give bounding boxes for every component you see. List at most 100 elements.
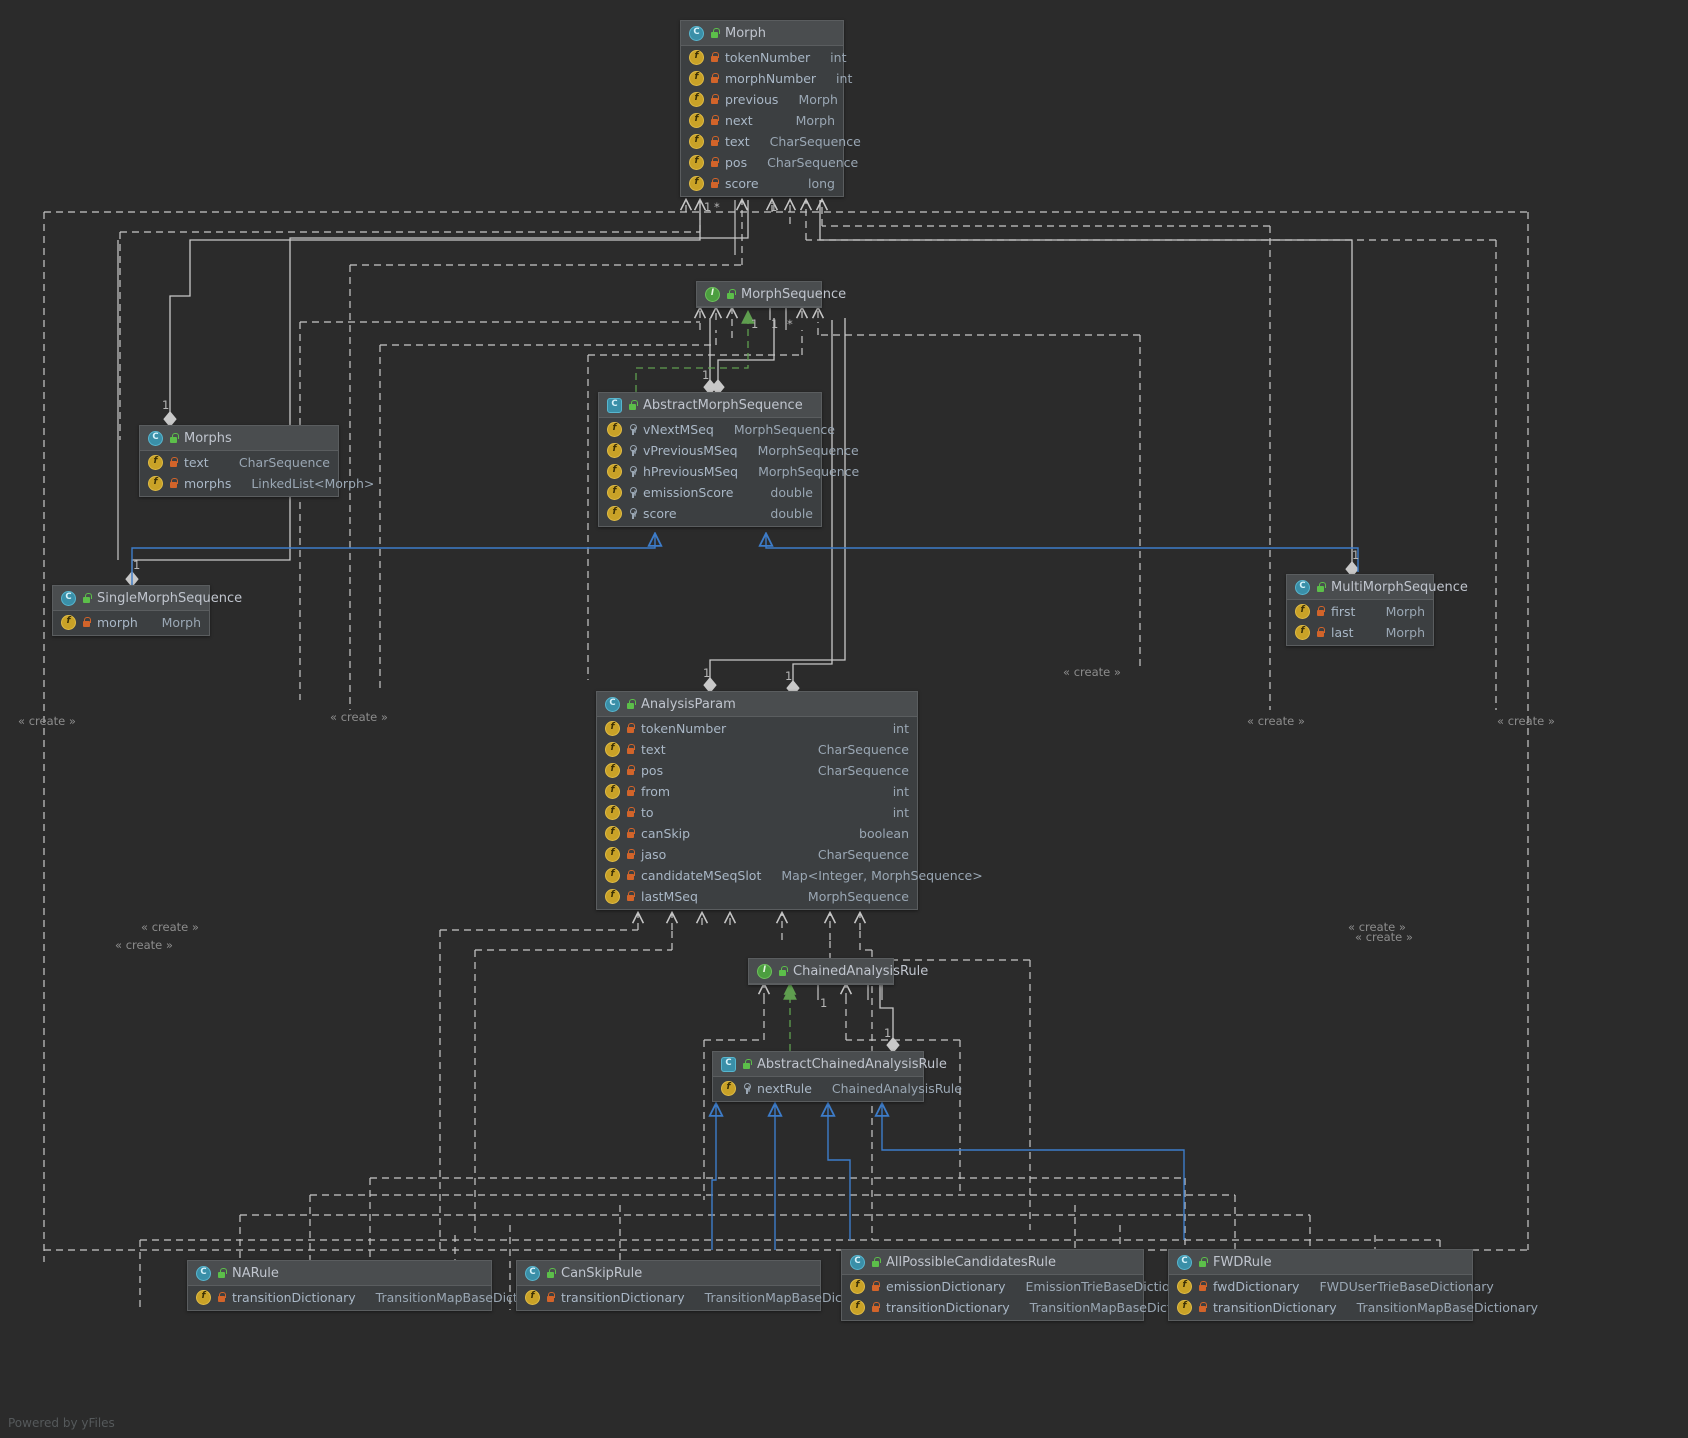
uml-member-row[interactable]: f previous Morph — [681, 89, 843, 110]
member-name: tokenNumber — [725, 50, 811, 65]
uml-member-row[interactable]: f morph Morph — [53, 612, 209, 633]
uml-member-row[interactable]: f text CharSequence — [681, 131, 861, 152]
field-icon: f — [605, 805, 620, 820]
edge-stereotype-label: « create » — [1063, 665, 1121, 679]
private-lock-icon — [217, 1292, 226, 1303]
public-lock-icon — [626, 698, 636, 710]
uml-class-narule[interactable]: C NARule f transitionDictionary TransitionMa… — [187, 1260, 557, 1311]
uml-class-header[interactable]: C Morph — [681, 21, 843, 46]
uml-class-header[interactable]: C AbstractMorphSequence — [599, 393, 821, 418]
uml-member-row[interactable]: f to int — [597, 802, 917, 823]
member-type: CharSequence — [769, 134, 861, 149]
uml-class-header[interactable]: C SingleMorphSequence — [53, 586, 242, 611]
private-lock-icon — [1316, 606, 1325, 617]
uml-member-row[interactable]: f transitionDictionary TransitionMapBaseDi… — [188, 1287, 557, 1308]
member-type: double — [770, 506, 813, 521]
edge-multiplicity-label: 1 — [751, 317, 759, 331]
member-name: score — [725, 176, 759, 191]
uml-class-morphsequence[interactable]: I MorphSequence — [696, 281, 846, 308]
member-type: MorphSequence — [757, 443, 859, 458]
uml-member-row[interactable]: f text CharSequence — [140, 452, 338, 473]
uml-member-row[interactable]: f first Morph — [1287, 601, 1433, 622]
class-icon: C — [689, 25, 704, 41]
uml-member-row[interactable]: f score double — [599, 503, 821, 524]
private-lock-icon — [626, 786, 635, 797]
uml-member-list: f morph Morph — [53, 611, 209, 635]
private-lock-icon — [871, 1302, 880, 1313]
private-lock-icon — [626, 744, 635, 755]
uml-member-row[interactable]: f tokenNumber int — [597, 718, 917, 739]
uml-member-row[interactable]: f tokenNumber int — [681, 47, 846, 68]
uml-member-row[interactable]: f lastMSeq MorphSequence — [597, 886, 917, 907]
field-icon: f — [607, 506, 622, 521]
uml-member-row[interactable]: f canSkip boolean — [597, 823, 917, 844]
uml-member-row[interactable]: f nextRule ChainedAnalysisRule — [713, 1078, 962, 1099]
member-type: Morph — [798, 92, 838, 107]
uml-member-row[interactable]: f jaso CharSequence — [597, 844, 917, 865]
uml-member-row[interactable]: f fwdDictionary FWDUserTrieBaseDictionary — [1169, 1276, 1494, 1297]
uml-member-row[interactable]: f morphs LinkedList<Morph> — [140, 473, 374, 494]
member-type: MorphSequence — [733, 422, 835, 437]
field-icon: f — [1295, 625, 1310, 640]
uml-member-row[interactable]: f vPreviousMSeq MorphSequence — [599, 440, 859, 461]
uml-member-row[interactable]: f pos CharSequence — [681, 152, 858, 173]
private-lock-icon — [710, 115, 719, 126]
public-lock-icon — [217, 1267, 227, 1279]
uml-member-row[interactable]: f emissionScore double — [599, 482, 821, 503]
uml-member-row[interactable]: f candidateMSeqSlot Map<Integer, MorphSequ… — [597, 865, 983, 886]
uml-class-abstractmorphsequence[interactable]: C AbstractMorphSequence f vNextMSeq MorphSeq… — [598, 392, 859, 527]
uml-class-header[interactable]: I MorphSequence — [697, 282, 846, 307]
class-icon: C — [850, 1254, 865, 1270]
uml-class-morph[interactable]: C Morph f tokenNumber int f morphNumber int f pre… — [680, 20, 861, 197]
uml-class-fwdrule[interactable]: C FWDRule f fwdDictionary FWDUserTrieBaseDic… — [1168, 1249, 1538, 1321]
member-name: transitionDictionary — [561, 1290, 685, 1305]
uml-member-row[interactable]: f next Morph — [681, 110, 843, 131]
uml-class-header[interactable]: C AnalysisParam — [597, 692, 917, 717]
uml-class-header[interactable]: C FWDRule — [1169, 1250, 1472, 1275]
uml-member-row[interactable]: f emissionDictionary EmissionTrieBaseDicti… — [842, 1276, 1198, 1297]
uml-class-singlemorphsequence[interactable]: C SingleMorphSequence f morph Morph — [52, 585, 242, 636]
uml-class-canskiprule[interactable]: C CanSkipRule f transitionDictionary Transit… — [516, 1260, 886, 1311]
uml-class-name: ChainedAnalysisRule — [793, 963, 929, 979]
uml-class-header[interactable]: I ChainedAnalysisRule — [749, 959, 928, 984]
uml-member-list: f transitionDictionary TransitionMapBaseDi… — [517, 1286, 886, 1310]
uml-member-row[interactable]: f transitionDictionary TransitionMapBaseDi… — [842, 1297, 1211, 1318]
uml-class-name: NARule — [232, 1265, 279, 1281]
uml-class-morphs[interactable]: C Morphs f text CharSequence f morphs LinkedLis… — [139, 425, 374, 497]
uml-class-header[interactable]: C NARule — [188, 1261, 491, 1286]
uml-member-row[interactable]: f vNextMSeq MorphSequence — [599, 419, 835, 440]
uml-member-row[interactable]: f from int — [597, 781, 917, 802]
uml-class-analysisparam[interactable]: C AnalysisParam f tokenNumber int f text CharSe… — [596, 691, 983, 910]
uml-member-row[interactable]: f pos CharSequence — [597, 760, 917, 781]
field-icon: f — [689, 113, 704, 128]
field-icon: f — [689, 92, 704, 107]
uml-class-allpossiblecandidatesrule[interactable]: C AllPossibleCandidatesRule f emissionDicti… — [841, 1249, 1211, 1321]
member-name: vNextMSeq — [643, 422, 714, 437]
member-name: jaso — [641, 847, 667, 862]
field-icon: f — [605, 889, 620, 904]
member-type: CharSequence — [817, 763, 909, 778]
uml-class-header[interactable]: C AllPossibleCandidatesRule — [842, 1250, 1143, 1275]
uml-class-name: SingleMorphSequence — [97, 590, 243, 606]
uml-class-name: CanSkipRule — [561, 1265, 643, 1281]
uml-class-header[interactable]: C Morphs — [140, 426, 338, 451]
uml-class-header[interactable]: C CanSkipRule — [517, 1261, 820, 1286]
uml-class-header[interactable]: C MultiMorphSequence — [1287, 575, 1468, 600]
uml-class-chainedanalysisrule[interactable]: I ChainedAnalysisRule — [748, 958, 928, 985]
field-icon: f — [689, 71, 704, 86]
member-name: tokenNumber — [641, 721, 727, 736]
uml-member-row[interactable]: f morphNumber int — [681, 68, 852, 89]
private-lock-icon — [626, 870, 635, 881]
uml-class-multimorphsequence[interactable]: C MultiMorphSequence f first Morph f last Morph — [1286, 574, 1468, 646]
class-icon: C — [605, 696, 620, 712]
private-lock-icon — [626, 723, 635, 734]
edge-multiplicity-label: 1 — [162, 398, 170, 412]
uml-member-row[interactable]: f transitionDictionary TransitionMapBaseDi… — [517, 1287, 886, 1308]
uml-class-header[interactable]: C AbstractChainedAnalysisRule — [713, 1052, 947, 1077]
uml-class-abstractchainedanalysisrule[interactable]: C AbstractChainedAnalysisRule f nextRule Cha… — [712, 1051, 962, 1102]
uml-member-row[interactable]: f last Morph — [1287, 622, 1433, 643]
uml-member-row[interactable]: f hPreviousMSeq MorphSequence — [599, 461, 859, 482]
uml-member-row[interactable]: f text CharSequence — [597, 739, 917, 760]
uml-member-row[interactable]: f transitionDictionary TransitionMapBaseDi… — [1169, 1297, 1538, 1318]
uml-member-row[interactable]: f score long — [681, 173, 843, 194]
